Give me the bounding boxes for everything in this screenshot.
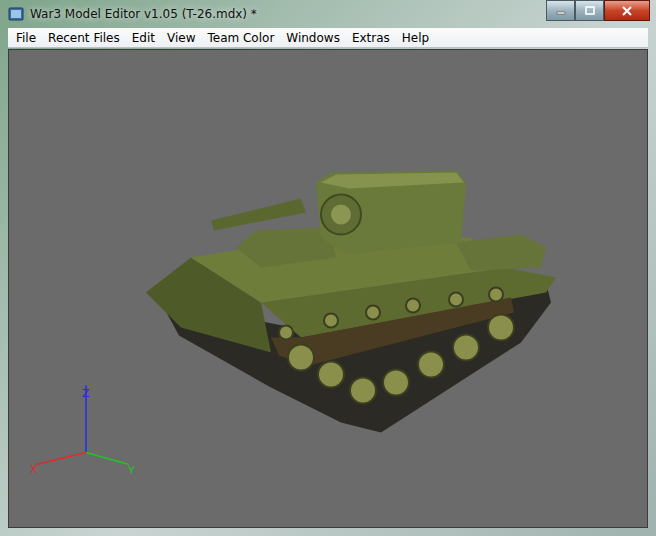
minimize-icon [555, 6, 567, 16]
menu-item[interactable]: View [161, 30, 201, 46]
close-button[interactable] [604, 0, 650, 21]
menu-item[interactable]: Edit [126, 30, 161, 46]
axis-label: X [30, 463, 38, 476]
menu-item[interactable]: File [10, 30, 42, 46]
maximize-button[interactable] [575, 0, 604, 21]
axis-line [36, 453, 86, 465]
window-controls [546, 0, 650, 21]
menu-item[interactable]: Help [396, 30, 435, 46]
menu-item[interactable]: Team Color [201, 30, 280, 46]
menu-item[interactable]: Extras [346, 30, 396, 46]
menu-item[interactable]: Windows [280, 30, 346, 46]
scene-canvas: Z X Y [9, 50, 647, 527]
tank-model [146, 171, 556, 433]
menu-item[interactable]: Recent Files [42, 30, 126, 46]
close-icon [621, 6, 633, 16]
menu-bar: FileRecent FilesEditViewTeam ColorWindow… [8, 28, 648, 48]
app-window: War3 Model Editor v1.05 (T-26.mdx) * File… [0, 0, 656, 536]
app-icon [8, 6, 24, 22]
maximize-icon [584, 6, 596, 16]
minimize-button[interactable] [546, 0, 575, 21]
model-viewport[interactable]: Z X Y [8, 49, 648, 528]
axis-label: Y [127, 464, 135, 477]
window-title: War3 Model Editor v1.05 (T-26.mdx) * [30, 7, 540, 21]
title-bar[interactable]: War3 Model Editor v1.05 (T-26.mdx) * [0, 0, 656, 28]
axis-line [86, 453, 129, 465]
axis-label: Z [82, 387, 90, 400]
axis-gizmo: Z X Y [30, 386, 135, 477]
